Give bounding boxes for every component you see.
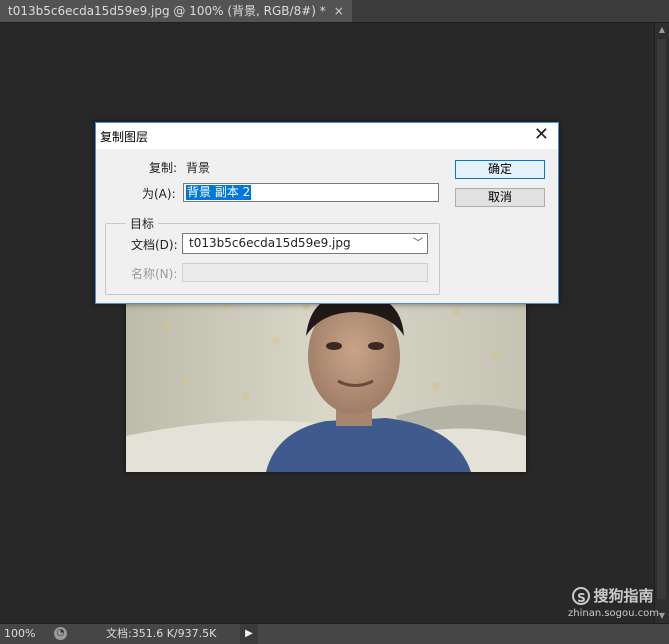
status-info-icon[interactable]: ◔ xyxy=(54,627,67,640)
cancel-button[interactable]: 取消 xyxy=(455,188,545,207)
name-label: 名称(N): xyxy=(131,267,178,281)
destination-group: 目标 文档(D): t013b5c6ecda15d59e9.jpg ﹀ 名称(N… xyxy=(105,215,440,295)
scroll-up-icon[interactable]: ▲ xyxy=(655,23,669,37)
copy-value: 背景 xyxy=(186,161,211,175)
name-input[interactable] xyxy=(182,263,428,282)
document-size-info: 文档:351.6 K/937.5K xyxy=(106,627,217,640)
as-label: 为(A): xyxy=(142,187,176,201)
as-name-input[interactable]: 背景 副本 2 xyxy=(183,183,439,202)
status-menu-arrow-icon[interactable]: ▶ xyxy=(240,624,258,644)
close-icon[interactable]: ✕ xyxy=(534,125,549,145)
document-tab-title: t013b5c6ecda15d59e9.jpg @ 100% (背景, RGB/… xyxy=(8,4,326,18)
document-tab-bar: t013b5c6ecda15d59e9.jpg @ 100% (背景, RGB/… xyxy=(0,0,669,23)
tab-close-icon[interactable]: × xyxy=(334,0,344,22)
zoom-level[interactable]: 100% xyxy=(4,624,35,644)
dialog-title: 复制图层 xyxy=(100,130,149,144)
copy-label: 复制: xyxy=(149,161,178,175)
destination-legend: 目标 xyxy=(126,215,159,232)
sogou-logo-icon: S xyxy=(572,586,591,605)
as-name-selected-text: 背景 副本 2 xyxy=(186,185,252,200)
document-select-value: t013b5c6ecda15d59e9.jpg xyxy=(189,236,351,250)
watermark-brand: 搜狗指南 xyxy=(593,587,654,605)
ok-button[interactable]: 确定 xyxy=(455,160,545,179)
scrollbar-thumb[interactable] xyxy=(657,39,666,599)
sogou-watermark: S 搜狗指南 zhinan.sogou.com xyxy=(568,585,660,619)
duplicate-layer-dialog: 复制图层 ✕ 复制: 背景 为(A): 背景 副本 2 目标 文档(D): t0… xyxy=(95,122,559,304)
document-select[interactable]: t013b5c6ecda15d59e9.jpg ﹀ xyxy=(182,233,428,254)
document-label: 文档(D): xyxy=(131,238,178,252)
document-image[interactable] xyxy=(126,286,526,472)
watermark-url: zhinan.sogou.com xyxy=(568,608,660,619)
chevron-down-icon[interactable]: ﹀ xyxy=(413,234,423,253)
document-tab[interactable]: t013b5c6ecda15d59e9.jpg @ 100% (背景, RGB/… xyxy=(0,0,352,22)
vertical-scrollbar[interactable]: ▲ ▼ xyxy=(654,23,669,623)
dialog-titlebar[interactable]: 复制图层 ✕ xyxy=(96,123,558,149)
status-bar: 100% ◔ 文档:351.6 K/937.5K ▶ xyxy=(0,623,669,644)
photo-illustration xyxy=(126,286,526,472)
